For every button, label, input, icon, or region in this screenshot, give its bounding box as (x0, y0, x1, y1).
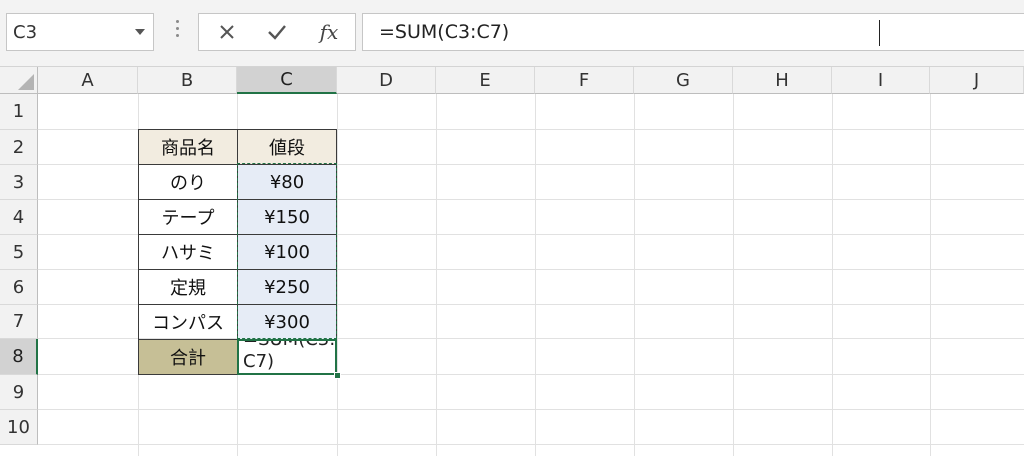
enter-button[interactable] (257, 18, 297, 46)
active-cell-editor[interactable]: =SUM(C3: C7) (237, 339, 337, 375)
fill-handle[interactable] (334, 372, 341, 379)
row-header-8[interactable]: 8 (0, 339, 38, 375)
item-price-cell[interactable]: ¥250 (237, 269, 337, 305)
row-header-1[interactable]: 1 (0, 94, 38, 130)
select-all-button[interactable] (0, 67, 38, 94)
row-header-10[interactable]: 10 (0, 410, 38, 445)
item-price-cell[interactable]: ¥80 (237, 164, 337, 200)
row-header-5[interactable]: 5 (0, 235, 38, 270)
table-header-name[interactable]: 商品名 (138, 129, 238, 165)
formula-input[interactable]: =SUM(C3:C7) (362, 13, 1024, 51)
text-caret (879, 20, 880, 46)
row-header-9[interactable]: 9 (0, 375, 38, 410)
formula-toolbar: C3 fx =SUM(C3:C7) (0, 0, 1024, 67)
column-header-g[interactable]: G (634, 67, 733, 94)
gridline (634, 94, 635, 456)
item-name-cell[interactable]: ハサミ (138, 234, 238, 270)
formula-buttons: fx (198, 13, 356, 51)
x-icon (220, 25, 234, 39)
column-header-i[interactable]: I (832, 67, 930, 94)
insert-function-button[interactable]: fx (309, 18, 349, 46)
item-name-cell[interactable]: テープ (138, 199, 238, 235)
name-box[interactable]: C3 (6, 13, 154, 51)
gridline (832, 94, 833, 456)
formula-text: =SUM(C3:C7) (379, 21, 510, 43)
item-price-cell[interactable]: ¥100 (237, 234, 337, 270)
check-icon (268, 25, 286, 40)
column-header-d[interactable]: D (337, 67, 436, 94)
item-name-cell[interactable]: のり (138, 164, 238, 200)
fx-label: fx (319, 20, 339, 44)
chevron-down-icon[interactable] (135, 29, 145, 35)
item-name-cell[interactable]: コンパス (138, 304, 238, 340)
name-box-value: C3 (13, 22, 38, 43)
gridline (535, 94, 536, 456)
row-header-6[interactable]: 6 (0, 270, 38, 305)
gridline (337, 94, 338, 456)
item-name-cell[interactable]: 定規 (138, 269, 238, 305)
gridline (436, 94, 437, 456)
column-header-c[interactable]: C (237, 67, 337, 94)
item-price-cell[interactable]: ¥300 (237, 304, 337, 340)
select-all-icon (18, 74, 34, 90)
gridline (930, 94, 931, 456)
row-header-7[interactable]: 7 (0, 305, 38, 339)
row-header-2[interactable]: 2 (0, 130, 38, 165)
table-header-price[interactable]: 値段 (237, 129, 337, 165)
column-header-h[interactable]: H (733, 67, 832, 94)
drag-handle-icon[interactable] (170, 20, 184, 44)
row-header-3[interactable]: 3 (0, 165, 38, 200)
column-header-e[interactable]: E (436, 67, 535, 94)
gridline (38, 409, 1024, 410)
active-cell-text-line1: =SUM(C3: (243, 339, 336, 350)
item-price-cell[interactable]: ¥150 (237, 199, 337, 235)
cancel-button[interactable] (207, 18, 247, 46)
gridline (733, 94, 734, 456)
column-header-f[interactable]: F (535, 67, 634, 94)
total-label-cell[interactable]: 合計 (138, 339, 238, 375)
active-cell-text-line2: C7) (243, 351, 275, 372)
row-header-4[interactable]: 4 (0, 200, 38, 235)
gridline (38, 444, 1024, 445)
column-header-b[interactable]: B (138, 67, 237, 94)
column-header-a[interactable]: A (38, 67, 138, 94)
column-header-j[interactable]: J (930, 67, 1024, 94)
